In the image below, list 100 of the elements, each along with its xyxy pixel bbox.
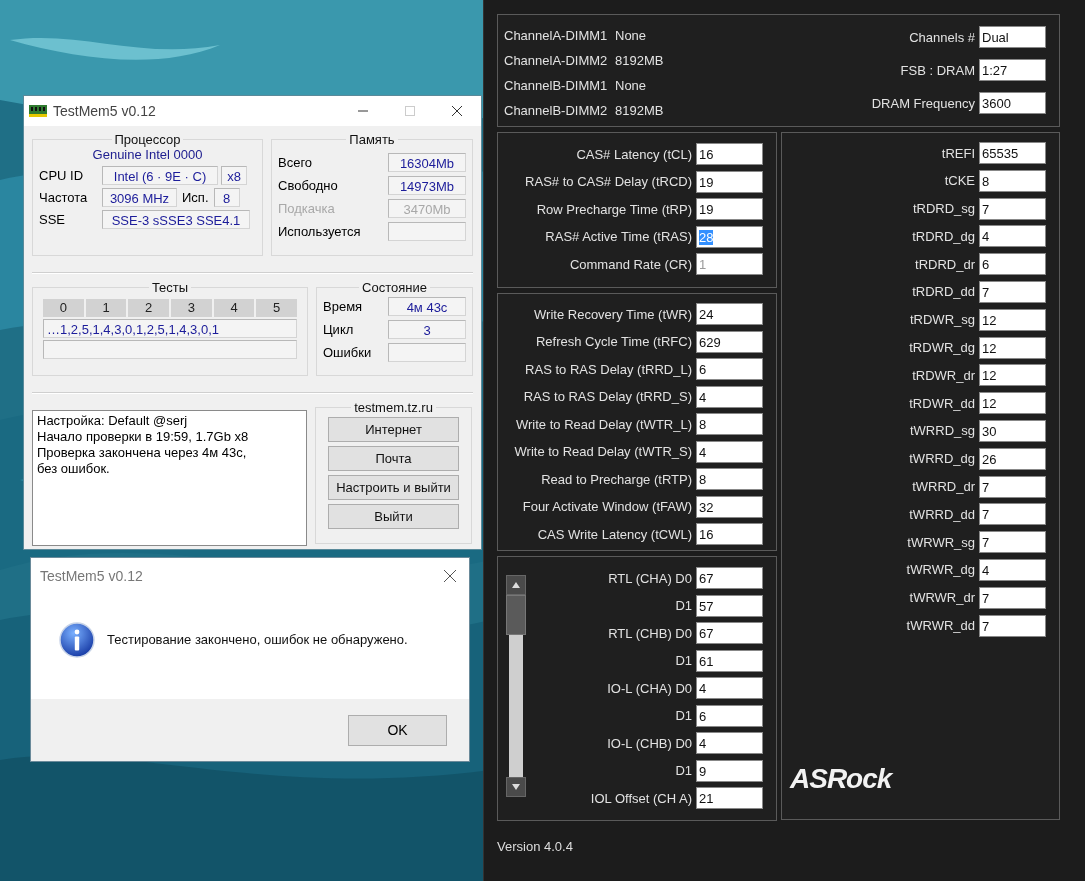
value-field[interactable]: 7: [979, 281, 1046, 303]
field-label: tRDRD_dr: [915, 256, 975, 272]
field-label: Four Activate Window (tFAW): [522, 499, 692, 514]
log-line: Настройка: Default @serj: [37, 413, 189, 429]
field-label: FSB : DRAM: [900, 62, 975, 78]
value-field[interactable]: 32: [696, 495, 763, 518]
dimm-size: 8192MB: [615, 103, 664, 118]
value-field[interactable]: 67: [696, 567, 763, 589]
value-field[interactable]: 21: [696, 787, 763, 809]
test-sequence: …1,2,5,1,4,3,0,1,2,5,1,4,3,0,1: [43, 319, 297, 338]
value-field[interactable]: 65535: [979, 142, 1046, 164]
value-field[interactable]: 16: [696, 523, 763, 545]
value-field[interactable]: 4: [696, 732, 763, 754]
value-field[interactable]: 61: [696, 649, 763, 672]
field-label: Свободно: [278, 178, 338, 193]
test-number: 0: [43, 299, 84, 317]
action-button[interactable]: Выйти: [328, 504, 459, 529]
dialog-title: TestMem5 v0.12: [40, 568, 143, 584]
value-field[interactable]: 4: [979, 225, 1046, 248]
value-field[interactable]: 7: [979, 614, 1046, 637]
value-field[interactable]: 6: [696, 358, 763, 380]
value-field[interactable]: 16: [696, 143, 763, 165]
dimm-size: 8192MB: [615, 53, 664, 68]
test-number: 1: [85, 299, 127, 317]
value-field[interactable]: 24: [696, 303, 763, 325]
field-label: CPU ID: [39, 168, 85, 183]
value-field[interactable]: 7: [979, 197, 1046, 220]
value-field[interactable]: 12: [979, 308, 1046, 331]
action-button[interactable]: Интернет: [328, 417, 459, 442]
value-field[interactable]: 7: [979, 475, 1046, 498]
value-field[interactable]: 4: [696, 440, 763, 463]
value-field[interactable]: 8: [696, 468, 763, 490]
value-field[interactable]: 8: [979, 169, 1046, 192]
close-icon[interactable]: [451, 105, 463, 117]
group-title: Память: [348, 132, 396, 147]
field-label: tRDWR_dd: [909, 395, 975, 411]
field-label: tWRRD_dr: [912, 479, 975, 495]
value-field[interactable]: 9: [696, 759, 763, 782]
value-field[interactable]: 12: [979, 364, 1046, 387]
field-label: Всего: [278, 155, 313, 170]
log-line: Проверка закончена через 4м 43с,: [37, 445, 248, 461]
field-label: RAS to RAS Delay (tRRD_L): [525, 361, 692, 377]
value-field[interactable]: 12: [979, 336, 1046, 359]
value-field[interactable]: 3600: [979, 92, 1046, 114]
field-label: tWRWR_dg: [906, 562, 975, 578]
action-button[interactable]: Почта: [328, 446, 459, 471]
scroll-up-button[interactable]: [506, 575, 526, 595]
scroll-down-button[interactable]: [506, 777, 526, 797]
dialog-message: Тестирование закончено, ошибок не обнаружено.: [107, 632, 408, 647]
value-field[interactable]: 4: [979, 558, 1046, 581]
value-field[interactable]: 7: [979, 586, 1046, 609]
dimm-slot-label: ChannelA-DIMM2: [504, 53, 609, 68]
value-field[interactable]: 8: [696, 413, 763, 435]
value-field[interactable]: 7: [979, 503, 1046, 526]
value-field[interactable]: 7: [979, 531, 1046, 554]
value-field[interactable]: 57: [696, 594, 763, 617]
field-label: Время: [323, 299, 363, 314]
field-label: tRDWR_dg: [909, 340, 975, 356]
field-label: tRDRD_dd: [912, 284, 975, 300]
up-arrow-icon: [511, 581, 521, 589]
field-label: Подкачка: [278, 201, 335, 216]
ok-button[interactable]: OK: [348, 714, 447, 746]
field-label: SSE: [39, 212, 66, 227]
field-label: Частота: [39, 190, 89, 205]
value-field[interactable]: Dual: [979, 26, 1046, 48]
value-field[interactable]: 30: [979, 419, 1046, 442]
field-label: Исп.: [181, 190, 210, 205]
value-field[interactable]: 67: [696, 622, 763, 644]
group-title: Процессор: [113, 132, 182, 147]
value-field[interactable]: 6: [979, 253, 1046, 276]
field-label: IO-L (CHA) D0: [607, 680, 692, 696]
value-field[interactable]: 12: [979, 392, 1046, 415]
value-field[interactable]: 4: [696, 677, 763, 699]
value-field[interactable]: 6: [696, 704, 763, 727]
field-label: IOL Offset (CH A): [590, 790, 692, 806]
value-field: 8: [213, 188, 240, 207]
cpu-name: Genuine Intel 0000: [91, 147, 204, 162]
action-button[interactable]: Настроить и выйти: [328, 475, 459, 500]
value-field[interactable]: 26: [979, 447, 1046, 470]
brand-logo: ASRock: [790, 763, 892, 795]
down-arrow-icon: [511, 783, 521, 791]
field-label: RAS# Active Time (tRAS): [545, 229, 692, 244]
value-field[interactable]: 19: [696, 170, 763, 193]
field-label: tWRRD_dg: [909, 451, 975, 467]
field-label: Используется: [278, 224, 361, 239]
field-label: D1: [675, 598, 692, 613]
value-field[interactable]: 629: [696, 330, 763, 353]
field-label: D1: [675, 653, 692, 668]
field-label: RAS# to CAS# Delay (tRCD): [525, 174, 692, 189]
close-icon[interactable]: [443, 569, 457, 583]
scrollbar-track[interactable]: [509, 635, 523, 777]
value-field[interactable]: 19: [696, 198, 763, 220]
field-label: Цикл: [323, 322, 354, 337]
scroll-thumb[interactable]: [506, 595, 526, 635]
value-field[interactable]: 1:27: [979, 59, 1046, 81]
value-field[interactable]: 4: [696, 385, 763, 408]
field-label: tWRWR_dd: [906, 618, 975, 634]
field-label: tREFI: [941, 145, 975, 161]
memory-module-icon: [29, 105, 47, 117]
test-number: 4: [213, 299, 255, 317]
